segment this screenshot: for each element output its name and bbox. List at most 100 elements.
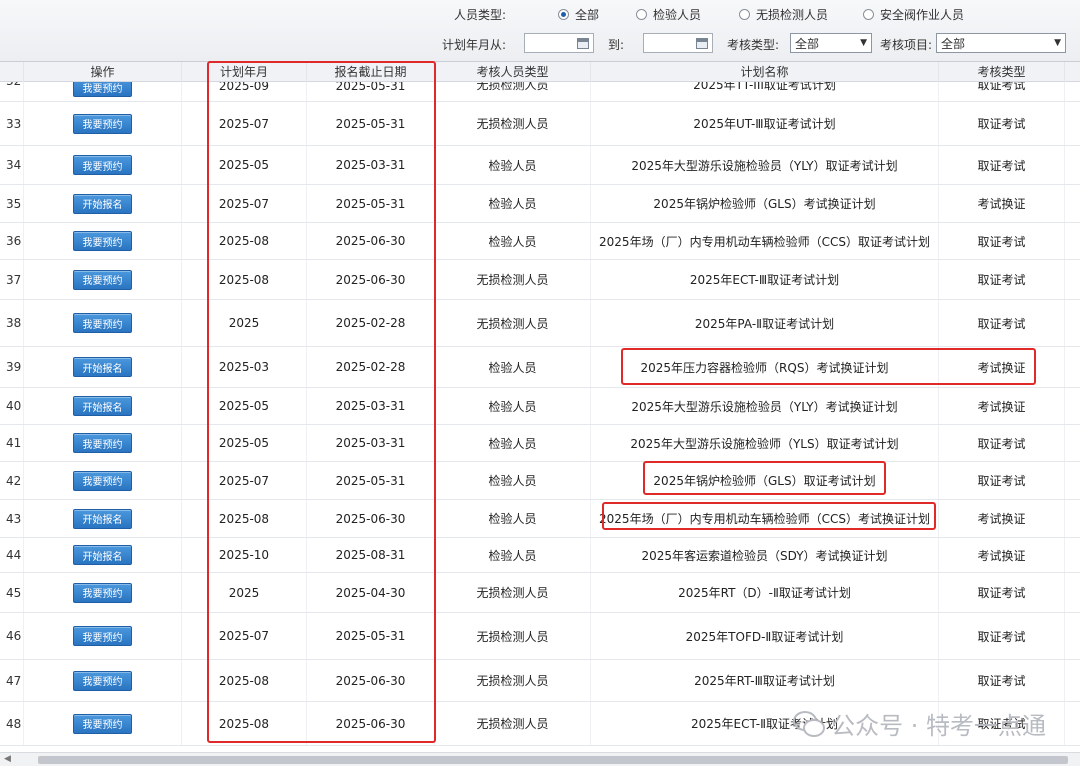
header-action: 操作 [24,62,182,82]
start-register-button[interactable]: 开始报名 [73,193,132,214]
action-cell: 开始报名 [24,500,182,537]
radio-ndt[interactable]: 无损检测人员 [739,6,828,23]
deadline-cell: 2025-06-30 [307,702,435,745]
assess-type-cell: 取证考试 [939,702,1065,745]
assess-item-select[interactable]: 全部 ▼ [936,33,1066,53]
plan-to-input[interactable] [643,33,713,53]
person-type-cell: 无损检测人员 [435,300,591,346]
table-row: 48 我要预约 2025-08 2025-06-30 无损检测人员 2025年ECT-Ⅱ取… [0,702,1080,746]
assess-type-cell: 取证考试 [939,660,1065,701]
assess-type-cell: 取证考试 [939,223,1065,259]
plan-name-cell: 2025年TT-III取证考试计划 [591,82,939,101]
plan-month-cell: 2025-08 [182,660,307,701]
table-row: 38 我要预约 2025 2025-02-28 无损检测人员 2025年PA-Ⅱ取证考试计… [0,300,1080,347]
horizontal-scrollbar[interactable]: ◀ [0,752,1080,766]
action-cell: 我要预约 [24,573,182,612]
plan-month-cell: 2025-10 [182,538,307,572]
plan-name-cell: 2025年锅炉检验师（GLS）考试换证计划 [591,185,939,222]
reserve-button[interactable]: 我要预约 [73,82,132,97]
row-number: 48 [0,702,24,745]
assess-type-cell: 取证考试 [939,260,1065,299]
person-type-cell: 检验人员 [435,223,591,259]
reserve-button[interactable]: 我要预约 [73,155,132,175]
chevron-down-icon: ▼ [1054,38,1061,48]
reserve-button[interactable]: 我要预约 [73,470,132,491]
reserve-button[interactable]: 我要预约 [73,433,132,453]
deadline-cell: 2025-06-30 [307,500,435,537]
assess-type-cell: 考试换证 [939,500,1065,537]
plan-month-cell: 2025-03 [182,347,307,387]
plan-month-cell: 2025-08 [182,260,307,299]
deadline-cell: 2025-05-31 [307,82,435,101]
person-type-cell: 无损检测人员 [435,573,591,612]
plan-from-input[interactable] [524,33,594,53]
row-number: 46 [0,613,24,659]
person-type-cell: 无损检测人员 [435,702,591,745]
table-row: 34 我要预约 2025-05 2025-03-31 检验人员 2025年大型游乐设施检验… [0,146,1080,185]
plan-month-cell: 2025-07 [182,462,307,499]
scroll-left-icon[interactable]: ◀ [4,754,11,764]
reserve-button[interactable]: 我要预约 [73,231,132,251]
reserve-button[interactable]: 我要预约 [73,582,132,603]
row-number: 47 [0,660,24,701]
start-register-button[interactable]: 开始报名 [73,508,132,529]
table-row: 44 开始报名 2025-10 2025-08-31 检验人员 2025年客运索道检验员（… [0,538,1080,573]
plan-month-cell: 2025-08 [182,702,307,745]
radio-dot-icon [558,9,569,20]
plan-name-cell: 2025年大型游乐设施检验师（YLS）取证考试计划 [591,425,939,461]
assess-type-cell: 取证考试 [939,462,1065,499]
start-register-button[interactable]: 开始报名 [73,545,132,565]
calendar-icon[interactable] [577,38,589,49]
radio-all[interactable]: 全部 [558,6,599,23]
deadline-cell: 2025-06-30 [307,260,435,299]
plan-month-cell: 2025-05 [182,388,307,424]
header-person-type: 考核人员类型 [435,62,591,82]
assess-type-cell: 考试换证 [939,347,1065,387]
deadline-cell: 2025-06-30 [307,660,435,701]
action-cell: 我要预约 [24,102,182,145]
header-deadline: 报名截止日期 [307,62,435,82]
reserve-button[interactable]: 我要预约 [73,113,132,134]
plan-name-cell: 2025年UT-Ⅲ取证考试计划 [591,102,939,145]
deadline-cell: 2025-05-31 [307,462,435,499]
radio-dot-icon [739,9,750,20]
start-register-button[interactable]: 开始报名 [73,357,132,377]
table-row: 47 我要预约 2025-08 2025-06-30 无损检测人员 2025年RT-Ⅲ取证… [0,660,1080,702]
assess-type-select[interactable]: 全部 ▼ [790,33,872,53]
reserve-button[interactable]: 我要预约 [73,626,132,646]
person-type-cell: 检验人员 [435,347,591,387]
scrollbar-thumb[interactable] [38,756,1068,764]
row-number: 40 [0,388,24,424]
plan-to-label: 到: [608,38,625,52]
action-cell: 我要预约 [24,300,182,346]
reserve-button[interactable]: 我要预约 [73,313,132,333]
deadline-cell: 2025-05-31 [307,102,435,145]
person-type-cell: 检验人员 [435,146,591,184]
person-type-cell: 检验人员 [435,538,591,572]
action-cell: 我要预约 [24,613,182,659]
plan-month-cell: 2025-08 [182,223,307,259]
radio-safety-valve[interactable]: 安全阀作业人员 [863,6,964,23]
row-number: 32 [0,82,24,101]
reserve-button[interactable]: 我要预约 [73,670,132,691]
radio-inspector[interactable]: 检验人员 [636,6,701,23]
person-type-label: 人员类型: [454,8,507,22]
assess-item-label: 考核项目: [880,38,933,52]
plan-name-cell: 2025年RT（D）-Ⅱ取证考试计划 [591,573,939,612]
table-row: 35 开始报名 2025-07 2025-05-31 检验人员 2025年锅炉检验师（GL… [0,185,1080,223]
plan-name-cell: 2025年ECT-Ⅲ取证考试计划 [591,260,939,299]
action-cell: 我要预约 [24,660,182,701]
start-register-button[interactable]: 开始报名 [73,396,132,416]
plan-month-cell: 2025-07 [182,613,307,659]
calendar-icon[interactable] [696,38,708,49]
plan-name-cell: 2025年场（厂）内专用机动车辆检验师（CCS）考试换证计划 [591,500,939,537]
assess-type-value: 全部 [795,36,820,51]
action-cell: 开始报名 [24,185,182,222]
table-row: 46 我要预约 2025-07 2025-05-31 无损检测人员 2025年TOFD-Ⅱ… [0,613,1080,660]
row-number: 41 [0,425,24,461]
row-number: 43 [0,500,24,537]
reserve-button[interactable]: 我要预约 [73,269,132,290]
reserve-button[interactable]: 我要预约 [73,713,132,734]
action-cell: 我要预约 [24,146,182,184]
action-cell: 我要预约 [24,425,182,461]
